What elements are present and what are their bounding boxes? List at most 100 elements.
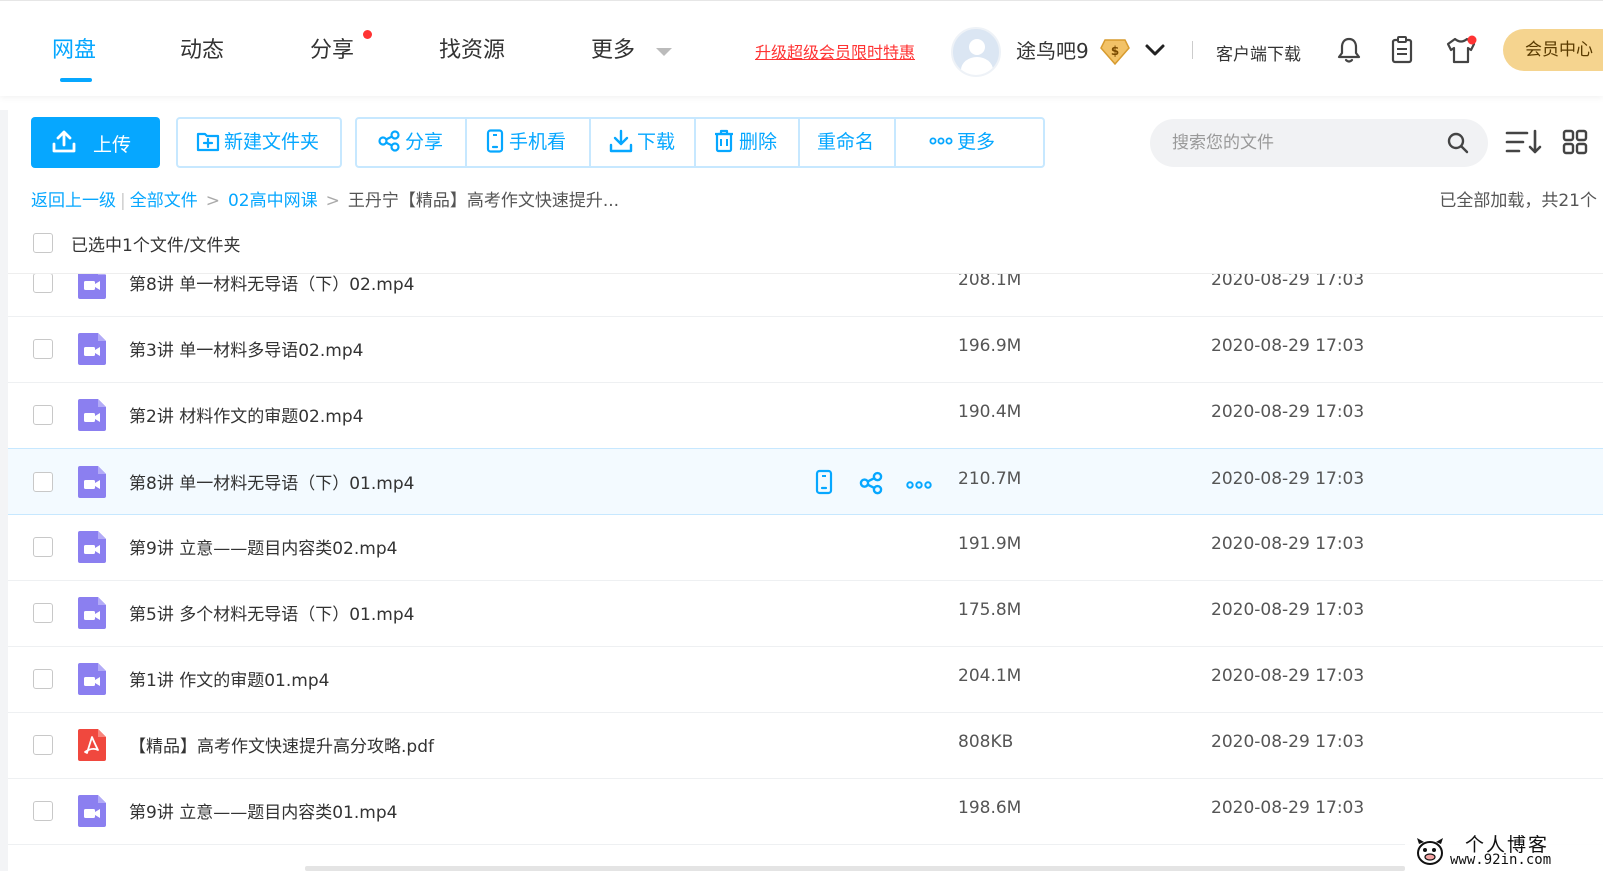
tab-activity[interactable]: 动态 — [180, 31, 224, 71]
tab-netdisk[interactable]: 网盘 — [52, 31, 96, 71]
new-folder-button[interactable]: 新建文件夹 — [176, 117, 342, 168]
row-checkbox[interactable] — [33, 537, 53, 557]
file-date: 2020-08-29 17:03 — [1211, 600, 1365, 620]
vip-center-button[interactable]: 会员中心 — [1503, 29, 1603, 71]
table-row[interactable]: 第9讲 立意——题目内容类01.mp4 198.6M 2020-08-29 17:0… — [8, 778, 1603, 845]
share-button[interactable]: 分享 — [377, 119, 443, 166]
search-input[interactable] — [1172, 119, 1432, 167]
file-name[interactable]: 第8讲 单一材料无导语（下）01.mp4 — [129, 469, 414, 494]
table-row[interactable]: 第8讲 单一材料无导语（下）01.mp4 210.7M 2020-08-29 17:… — [8, 448, 1603, 515]
trash-icon — [715, 129, 733, 152]
file-name[interactable]: 第1讲 作文的审题01.mp4 — [129, 666, 329, 691]
download-button[interactable]: 下载 — [609, 119, 675, 166]
notification-dot — [363, 30, 372, 39]
row-checkbox[interactable] — [33, 472, 53, 492]
select-all-checkbox[interactable] — [33, 233, 53, 253]
top-navigation: 网盘 动态 分享 找资源 更多 升级超级会员限时特惠 途鸟吧9 $ 客户端下载 … — [0, 0, 1603, 96]
loaded-status: 已全部加载，共21个 — [1439, 191, 1597, 211]
video-file-icon — [76, 662, 108, 696]
delete-label: 删除 — [739, 131, 778, 153]
watermark: 个人博客 www.92in.com — [1405, 828, 1603, 871]
upgrade-promo-link[interactable]: 升级超级会员限时特惠 — [755, 39, 915, 63]
table-row[interactable]: 第8讲 单一材料无导语（下）02.mp4 208.1M 2020-08-29 17:… — [8, 274, 1603, 317]
video-file-icon — [76, 530, 108, 564]
sort-icon[interactable] — [1505, 128, 1543, 156]
breadcrumb-folder[interactable]: 02高中网课 — [228, 191, 318, 211]
tab-more[interactable]: 更多 — [591, 31, 635, 71]
file-action-group: 分享 手机看 下载 删除 重命名 更多 — [355, 117, 1045, 168]
download-icon — [609, 129, 633, 152]
file-date: 2020-08-29 17:03 — [1211, 732, 1365, 752]
row-checkbox[interactable] — [33, 274, 53, 293]
table-row[interactable]: 第3讲 单一材料多导语02.mp4 196.9M 2020-08-29 17:03 — [8, 316, 1603, 383]
row-checkbox[interactable] — [33, 801, 53, 821]
breadcrumb-all-files[interactable]: 全部文件 — [130, 191, 198, 211]
mobile-view-label: 手机看 — [509, 131, 567, 153]
bell-icon[interactable] — [1334, 35, 1364, 65]
row-checkbox[interactable] — [33, 339, 53, 359]
table-row[interactable]: 【精品】高考作文快速提升高分攻略.pdf 808KB 2020-08-29 17:0… — [8, 712, 1603, 779]
search-box — [1150, 119, 1488, 167]
row-checkbox[interactable] — [33, 603, 53, 623]
clipboard-icon[interactable] — [1387, 35, 1417, 65]
delete-button[interactable]: 删除 — [713, 119, 777, 166]
table-row[interactable]: 第2讲 材料作文的审题02.mp4 190.4M 2020-08-29 17:03 — [8, 382, 1603, 449]
grid-view-icon[interactable] — [1562, 129, 1588, 155]
client-download-link[interactable]: 客户端下载 — [1216, 40, 1301, 65]
row-phone-icon[interactable] — [814, 469, 834, 499]
svg-text:$: $ — [1111, 44, 1119, 58]
share-label: 分享 — [405, 131, 444, 153]
more-caret-icon[interactable] — [656, 48, 672, 56]
selection-header: 已选中1个文件/文件夹 — [8, 230, 1603, 274]
selection-count: 已选中1个文件/文件夹 — [71, 236, 241, 256]
video-file-icon — [76, 398, 108, 432]
mobile-view-button[interactable]: 手机看 — [485, 119, 566, 166]
more-actions-label: 更多 — [957, 131, 996, 153]
row-share-icon[interactable] — [858, 469, 884, 499]
breadcrumb-back[interactable]: 返回上一级 — [31, 191, 116, 211]
upload-button[interactable]: 上传 — [31, 117, 160, 168]
pdf-file-icon — [76, 728, 108, 762]
row-more-icon[interactable] — [906, 475, 932, 494]
file-name[interactable]: 第9讲 立意——题目内容类02.mp4 — [129, 534, 397, 559]
tab-share[interactable]: 分享 — [310, 31, 354, 71]
rename-label: 重命名 — [817, 131, 875, 153]
shirt-icon[interactable] — [1444, 35, 1478, 65]
video-file-icon — [76, 332, 108, 366]
file-size: 210.7M — [958, 469, 1022, 489]
row-checkbox[interactable] — [33, 735, 53, 755]
table-row[interactable]: 第1讲 作文的审题01.mp4 204.1M 2020-08-29 17:03 — [8, 646, 1603, 713]
video-file-icon — [76, 596, 108, 630]
file-name[interactable]: 第8讲 单一材料无导语（下）02.mp4 — [129, 274, 414, 295]
user-menu-chevron-icon[interactable] — [1144, 39, 1166, 61]
horizontal-scrollbar[interactable] — [305, 866, 1405, 871]
username[interactable]: 途鸟吧9 — [1016, 35, 1089, 64]
row-checkbox[interactable] — [33, 405, 53, 425]
table-row[interactable]: 第9讲 立意——题目内容类02.mp4 191.9M 2020-08-29 17:0… — [8, 514, 1603, 581]
file-size: 208.1M — [958, 274, 1022, 290]
avatar[interactable] — [951, 27, 1001, 77]
file-name[interactable]: 第9讲 立意——题目内容类01.mp4 — [129, 798, 397, 823]
file-date: 2020-08-29 17:03 — [1211, 274, 1365, 290]
more-dots-icon — [929, 137, 953, 144]
divider — [1192, 41, 1193, 59]
file-name[interactable]: 【精品】高考作文快速提升高分攻略.pdf — [129, 732, 434, 757]
row-checkbox[interactable] — [33, 669, 53, 689]
file-size: 204.1M — [958, 666, 1022, 686]
file-date: 2020-08-29 17:03 — [1211, 402, 1365, 422]
file-date: 2020-08-29 17:03 — [1211, 666, 1365, 686]
new-folder-label: 新建文件夹 — [224, 131, 320, 153]
search-icon[interactable] — [1446, 131, 1470, 155]
table-row[interactable]: 第5讲 多个材料无导语（下）01.mp4 175.8M 2020-08-29 17:… — [8, 580, 1603, 647]
file-size: 198.6M — [958, 798, 1022, 818]
file-name[interactable]: 第3讲 单一材料多导语02.mp4 — [129, 336, 363, 361]
file-date: 2020-08-29 17:03 — [1211, 534, 1365, 554]
rename-button[interactable]: 重命名 — [817, 119, 874, 166]
download-label: 下载 — [637, 131, 676, 153]
more-actions-button[interactable]: 更多 — [929, 119, 995, 166]
mascot-icon — [1417, 838, 1443, 865]
file-name[interactable]: 第5讲 多个材料无导语（下）01.mp4 — [129, 600, 414, 625]
file-name[interactable]: 第2讲 材料作文的审题02.mp4 — [129, 402, 363, 427]
file-size: 190.4M — [958, 402, 1022, 422]
tab-find-resources[interactable]: 找资源 — [439, 31, 505, 71]
